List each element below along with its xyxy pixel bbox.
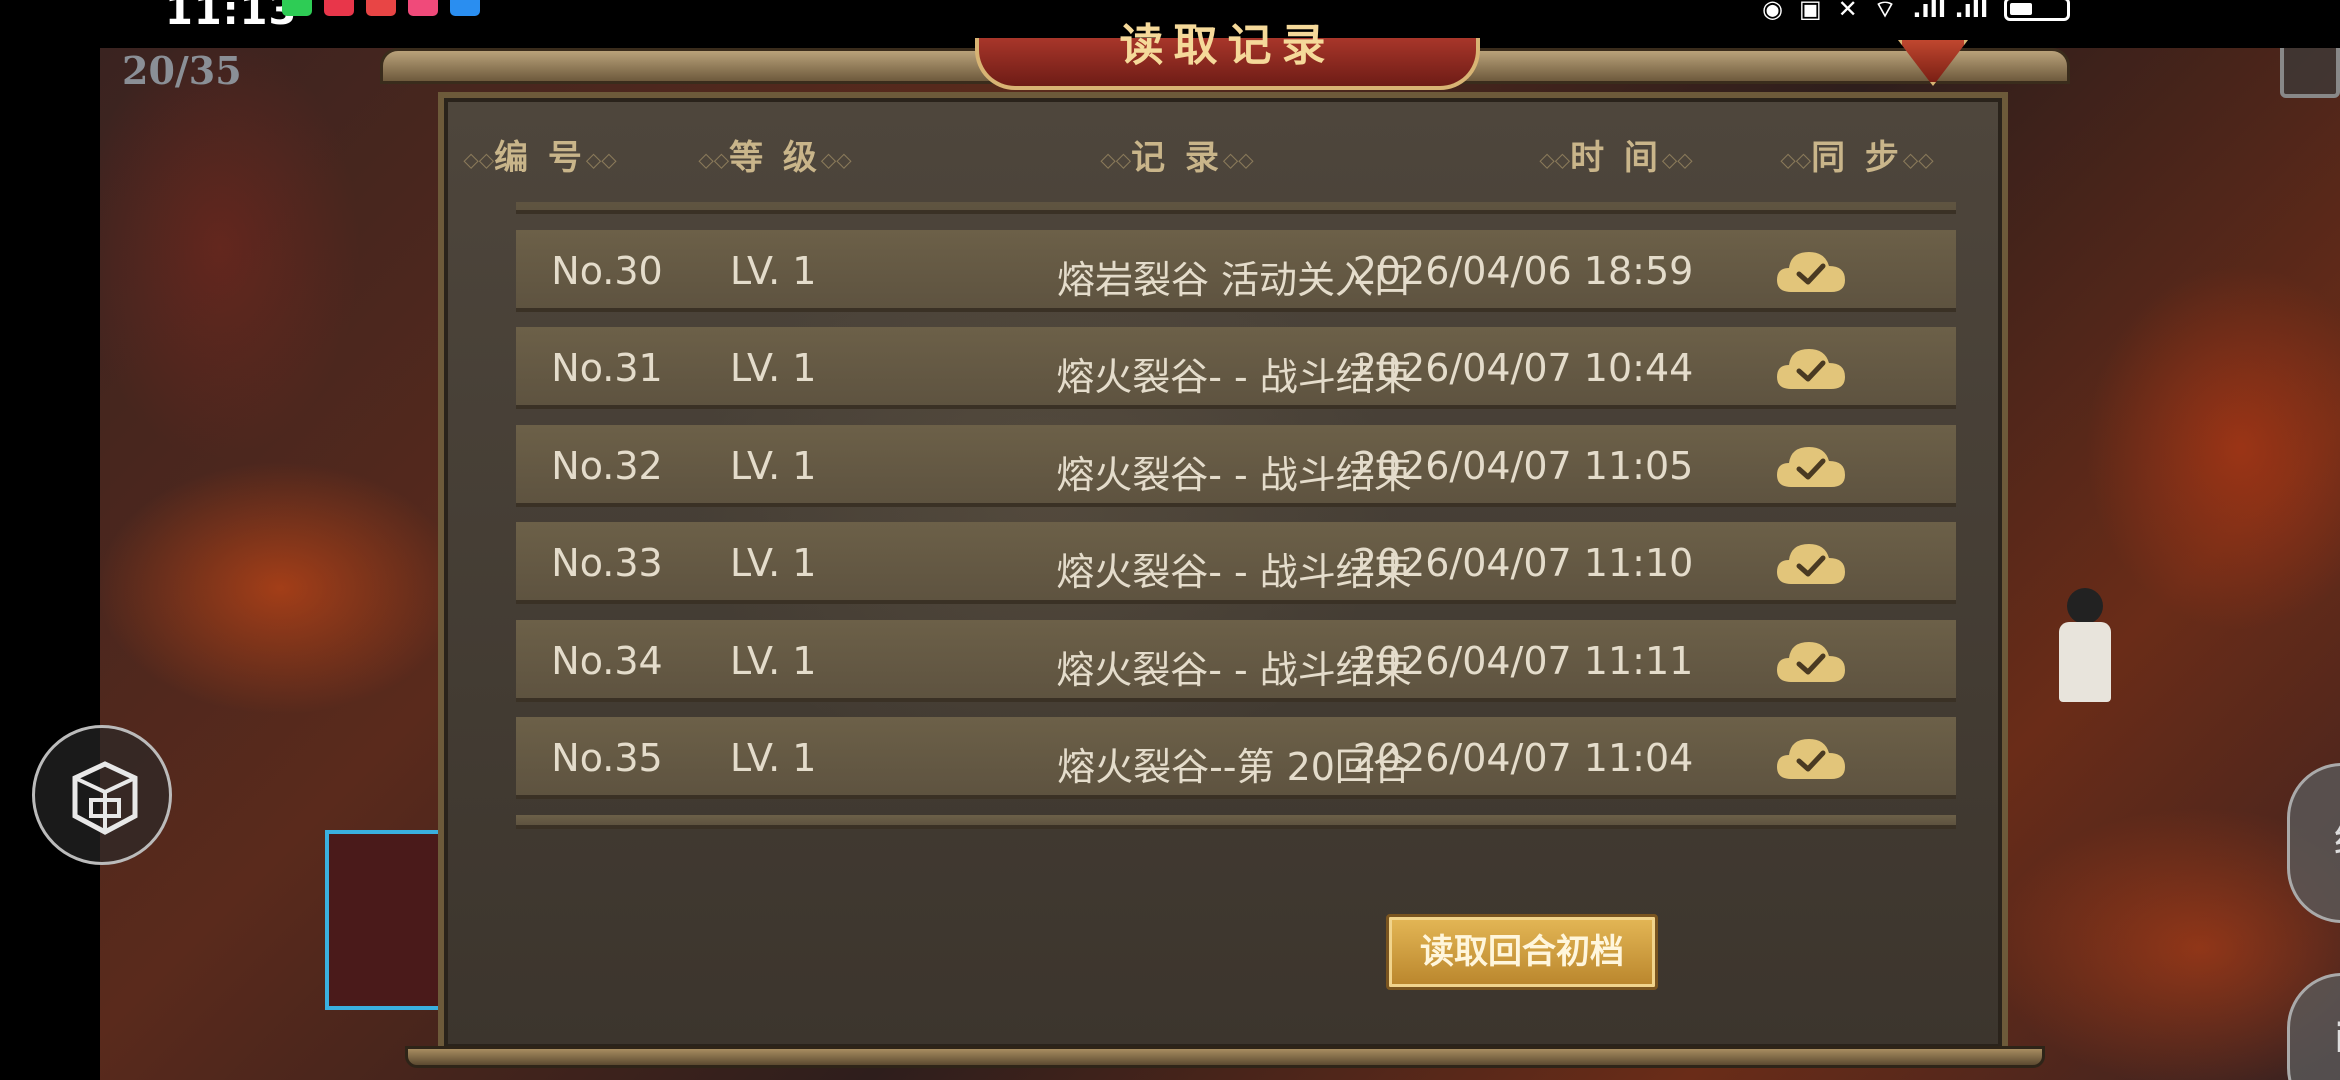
map-icon[interactable] <box>2280 48 2340 98</box>
turn-counter: 20/35 <box>122 48 242 93</box>
cloud-check-icon <box>1777 739 1845 779</box>
load-record-dialog: ◇◇编 号◇◇ ◇◇等 级◇◇ ◇◇记 录◇◇ ◇◇时 间◇◇ ◇◇同 步◇◇ … <box>438 92 2008 1054</box>
cloud-check-icon <box>1777 641 1845 682</box>
load-turn-save-button[interactable]: 读取回合初档 <box>1386 914 1658 990</box>
system-icons: ◉ ▣ ✕ ⌔ .ıll .ıll <box>1762 0 2071 24</box>
header-sync: ◇◇同 步◇◇ <box>1780 138 1934 178</box>
record-time: 2026/04/07 11:05 <box>1352 443 1694 488</box>
header-record: ◇◇记 录◇◇ <box>1100 138 1254 178</box>
signal-icon: .ıll .ıll <box>1912 0 1989 23</box>
end-turn-label: 结 <box>2334 806 2340 864</box>
record-level: LV. 1 <box>730 443 817 488</box>
floating-assistant-button[interactable] <box>32 725 172 865</box>
record-time: 2026/04/07 11:04 <box>1352 736 1694 780</box>
record-level: LV. 1 <box>730 638 817 683</box>
app-notification-icon <box>366 0 396 16</box>
notification-icons <box>282 0 480 16</box>
end-turn-button[interactable]: 结 <box>2287 763 2340 923</box>
save-record-row[interactable]: No.33 LV. 1 熔火裂谷- - 战斗结束 2026/04/07 11:10 <box>516 522 1956 604</box>
save-record-row[interactable]: No.31 LV. 1 熔火裂谷- - 战斗结束 2026/04/07 10:44 <box>516 327 1956 409</box>
save-record-row[interactable]: No.30 LV. 1 熔岩裂谷 活动关入口 2026/04/06 18:59 <box>516 229 1956 312</box>
save-record-row[interactable]: No.34 LV. 1 熔火裂谷- - 战斗结束 2026/04/07 11:11 <box>516 619 1956 702</box>
record-time: 2026/04/06 18:59 <box>1352 248 1694 293</box>
cloud-check-icon <box>1777 544 1845 584</box>
header-level-label: 等 级 <box>729 138 821 178</box>
wifi-icon: ⌔ <box>1873 0 1897 23</box>
record-id: No.33 <box>551 541 663 585</box>
header-level: ◇◇等 级◇◇ <box>698 138 852 178</box>
app-notification-icon <box>282 0 312 16</box>
record-record: 熔岩裂谷 活动关入口 <box>1057 202 1411 206</box>
info-label: i <box>2334 1016 2340 1062</box>
status-time: 11:13 <box>165 0 298 34</box>
header-sync-label: 同 步 <box>1811 138 1903 178</box>
app-notification-icon <box>450 0 480 16</box>
player-character[interactable] <box>2045 588 2125 738</box>
record-level: LV. 1 <box>730 736 817 780</box>
table-header: ◇◇编 号◇◇ ◇◇等 级◇◇ ◇◇记 录◇◇ ◇◇时 间◇◇ ◇◇同 步◇◇ <box>444 130 2002 180</box>
more-notifications-icon: ··· <box>516 0 545 15</box>
tile-highlight[interactable] <box>325 830 445 1010</box>
record-level: LV. 1 <box>730 541 817 585</box>
eye-icon: ◉ <box>1762 0 1783 23</box>
save-record-row-partial[interactable] <box>516 814 1956 829</box>
app-notification-icon <box>324 0 354 16</box>
battery-icon <box>2004 0 2071 21</box>
nfc-icon: ▣ <box>1798 0 1822 23</box>
record-id: No.31 <box>551 346 663 390</box>
record-id: No.35 <box>551 736 663 780</box>
record-time: 2026/04/07 11:10 <box>1352 541 1694 585</box>
cube-icon <box>72 761 138 835</box>
cloud-check-icon <box>1777 349 1845 389</box>
dialog-bottom-border <box>405 1046 2045 1068</box>
header-id-label: 编 号 <box>494 138 586 178</box>
dialog-title: 读取记录 <box>1119 20 1336 71</box>
info-button[interactable]: i <box>2287 973 2340 1080</box>
save-record-row[interactable]: No.32 LV. 1 熔火裂谷- - 战斗结束 2026/04/07 11:05 <box>516 424 1956 507</box>
mute-icon: ✕ <box>1837 0 1858 23</box>
record-time: 2026/04/07 10:44 <box>1352 346 1694 390</box>
record-level: LV. 1 <box>730 346 817 390</box>
header-time-label: 时 间 <box>1570 138 1662 178</box>
save-record-row[interactable]: No.29LV. 1熔岩裂谷 活动关入口2026/04/06 18:51 <box>516 202 1956 214</box>
dialog-title-plate: 读取记录 <box>975 24 1480 90</box>
record-id: No.34 <box>551 638 663 683</box>
header-time: ◇◇时 间◇◇ <box>1539 138 1693 178</box>
app-notification-icon <box>408 0 438 16</box>
cloud-check-icon <box>1777 446 1845 487</box>
character-head <box>2067 588 2103 624</box>
header-id: ◇◇编 号◇◇ <box>463 138 617 178</box>
record-level: LV. 1 <box>730 248 817 293</box>
record-id: No.30 <box>551 248 663 293</box>
record-time: 2026/04/07 11:11 <box>1352 638 1694 683</box>
header-record-label: 记 录 <box>1131 138 1223 178</box>
record-id: No.32 <box>551 443 663 488</box>
record-list[interactable]: No.29LV. 1熔岩裂谷 活动关入口2026/04/06 18:51 No.3… <box>516 202 1956 972</box>
character-body <box>2059 622 2111 702</box>
save-record-row[interactable]: No.35 LV. 1 熔火裂谷--第 20回合 2026/04/07 11:04 <box>516 717 1956 799</box>
cloud-check-icon <box>1777 251 1845 292</box>
